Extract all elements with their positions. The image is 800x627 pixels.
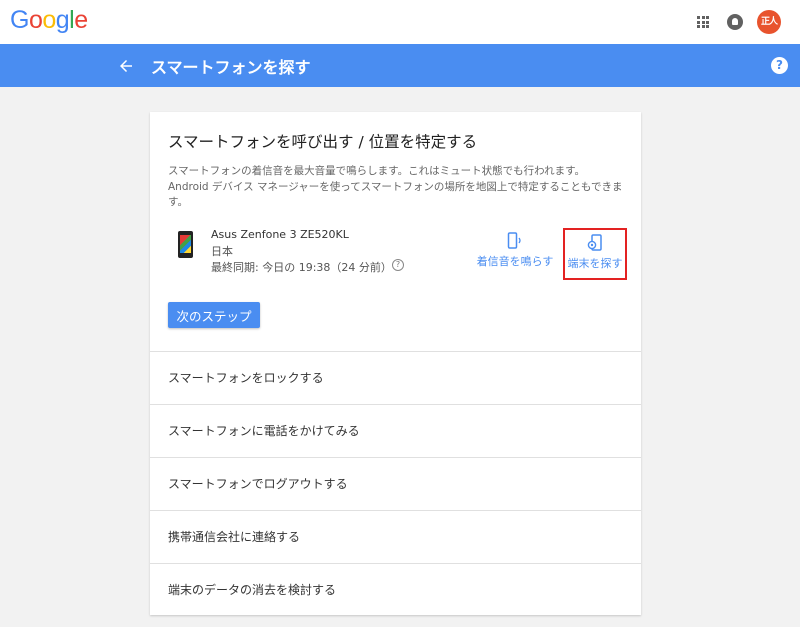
find-device-button[interactable]: 端末を探す: [563, 228, 627, 280]
page-toolbar: スマートフォンを探す ?: [0, 44, 800, 87]
logo-letter: G: [10, 6, 29, 34]
phone-ring-icon: [507, 232, 521, 249]
ring-phone-label: 着信音を鳴らす: [476, 255, 554, 268]
top-bar: Google 正人: [0, 0, 800, 44]
google-logo[interactable]: Google: [10, 6, 88, 35]
avatar[interactable]: 正人: [757, 10, 781, 34]
logo-letter: g: [55, 6, 70, 34]
back-arrow-icon[interactable]: [117, 57, 135, 75]
logo-letter: e: [74, 6, 88, 34]
options-list: スマートフォンをロックする スマートフォンに電話をかけてみる スマートフォンでロ…: [150, 351, 641, 616]
device-last-sync: 最終同期: 今日の 19:38（24 分前）: [211, 261, 392, 274]
sync-help-icon[interactable]: ?: [392, 259, 404, 271]
device-country: 日本: [211, 245, 233, 258]
notifications-icon[interactable]: [727, 14, 743, 30]
list-item-lock-phone[interactable]: スマートフォンをロックする: [150, 351, 641, 404]
logo-letter: o: [42, 6, 56, 34]
card-title: スマートフォンを呼び出す / 位置を特定する: [168, 133, 478, 151]
page-title: スマートフォンを探す: [151, 58, 311, 77]
device-name: Asus Zenfone 3 ZE520KL: [211, 228, 349, 241]
card-description: スマートフォンの着信音を最大音量で鳴らします。これはミュート状態でも行われます。…: [168, 165, 623, 208]
locate-device-icon: [587, 234, 602, 251]
next-step-button[interactable]: 次のステップ: [168, 302, 260, 328]
smartphone-icon: [178, 231, 193, 258]
list-item-contact-carrier[interactable]: 携帯通信会社に連絡する: [150, 510, 641, 563]
find-device-label: 端末を探す: [567, 257, 623, 270]
logo-letter: o: [28, 6, 43, 34]
list-item-erase-device[interactable]: 端末のデータの消去を検討する: [150, 563, 641, 616]
ring-phone-button[interactable]: 着信音を鳴らす: [470, 232, 560, 269]
main-card: スマートフォンを呼び出す / 位置を特定する スマートフォンの着信音を最大音量で…: [150, 112, 641, 615]
list-item-call-phone[interactable]: スマートフォンに電話をかけてみる: [150, 404, 641, 457]
list-item-sign-out[interactable]: スマートフォンでログアウトする: [150, 457, 641, 510]
apps-icon[interactable]: [697, 16, 709, 28]
help-icon[interactable]: ?: [771, 57, 788, 74]
